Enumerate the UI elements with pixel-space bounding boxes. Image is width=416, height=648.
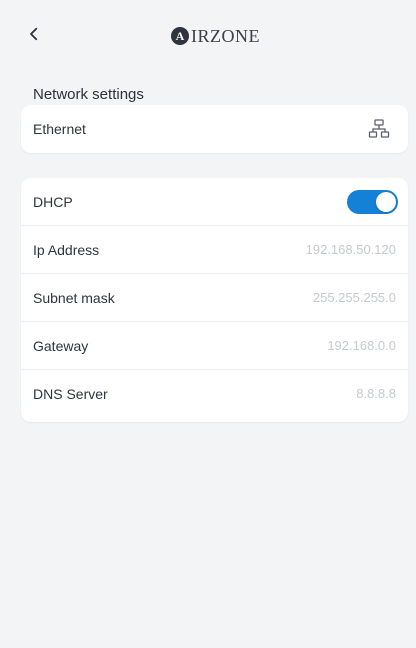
network-settings-screen: A IRZONE Network settings Ethernet DHCP [8,8,408,648]
brand-text: IRZONE [191,26,260,46]
gateway-label: Gateway [33,338,89,354]
subnet-mask-value: 255.255.255.0 [312,290,396,305]
network-icon [368,119,390,138]
dhcp-label: DHCP [33,194,73,210]
back-button[interactable] [20,20,48,48]
dns-server-label: DNS Server [33,386,108,402]
subnet-mask-label: Subnet mask [33,290,115,306]
network-details-card: DHCP Ip Address 192.168.50.120 Subnet ma… [21,178,408,422]
dhcp-row: DHCP [21,178,408,226]
chevron-left-icon [30,27,38,41]
brand: A IRZONE [171,24,260,48]
dhcp-toggle[interactable] [347,190,398,214]
header: A IRZONE [8,8,408,64]
ip-address-row: Ip Address 192.168.50.120 [21,226,408,274]
ip-address-value: 192.168.50.120 [305,242,396,257]
gateway-value: 192.168.0.0 [327,338,396,353]
toggle-knob [376,192,396,212]
dns-server-value: 8.8.8.8 [356,386,396,401]
subnet-mask-row: Subnet mask 255.255.255.0 [21,274,408,322]
ethernet-row: Ethernet [21,105,408,153]
ethernet-card: Ethernet [21,105,408,153]
ip-address-label: Ip Address [33,242,100,258]
page-title: Network settings [33,86,144,103]
dns-server-row: DNS Server 8.8.8.8 [21,370,408,418]
gateway-row: Gateway 192.168.0.0 [21,322,408,370]
ethernet-label: Ethernet [33,121,86,137]
brand-logo: A [171,27,189,45]
